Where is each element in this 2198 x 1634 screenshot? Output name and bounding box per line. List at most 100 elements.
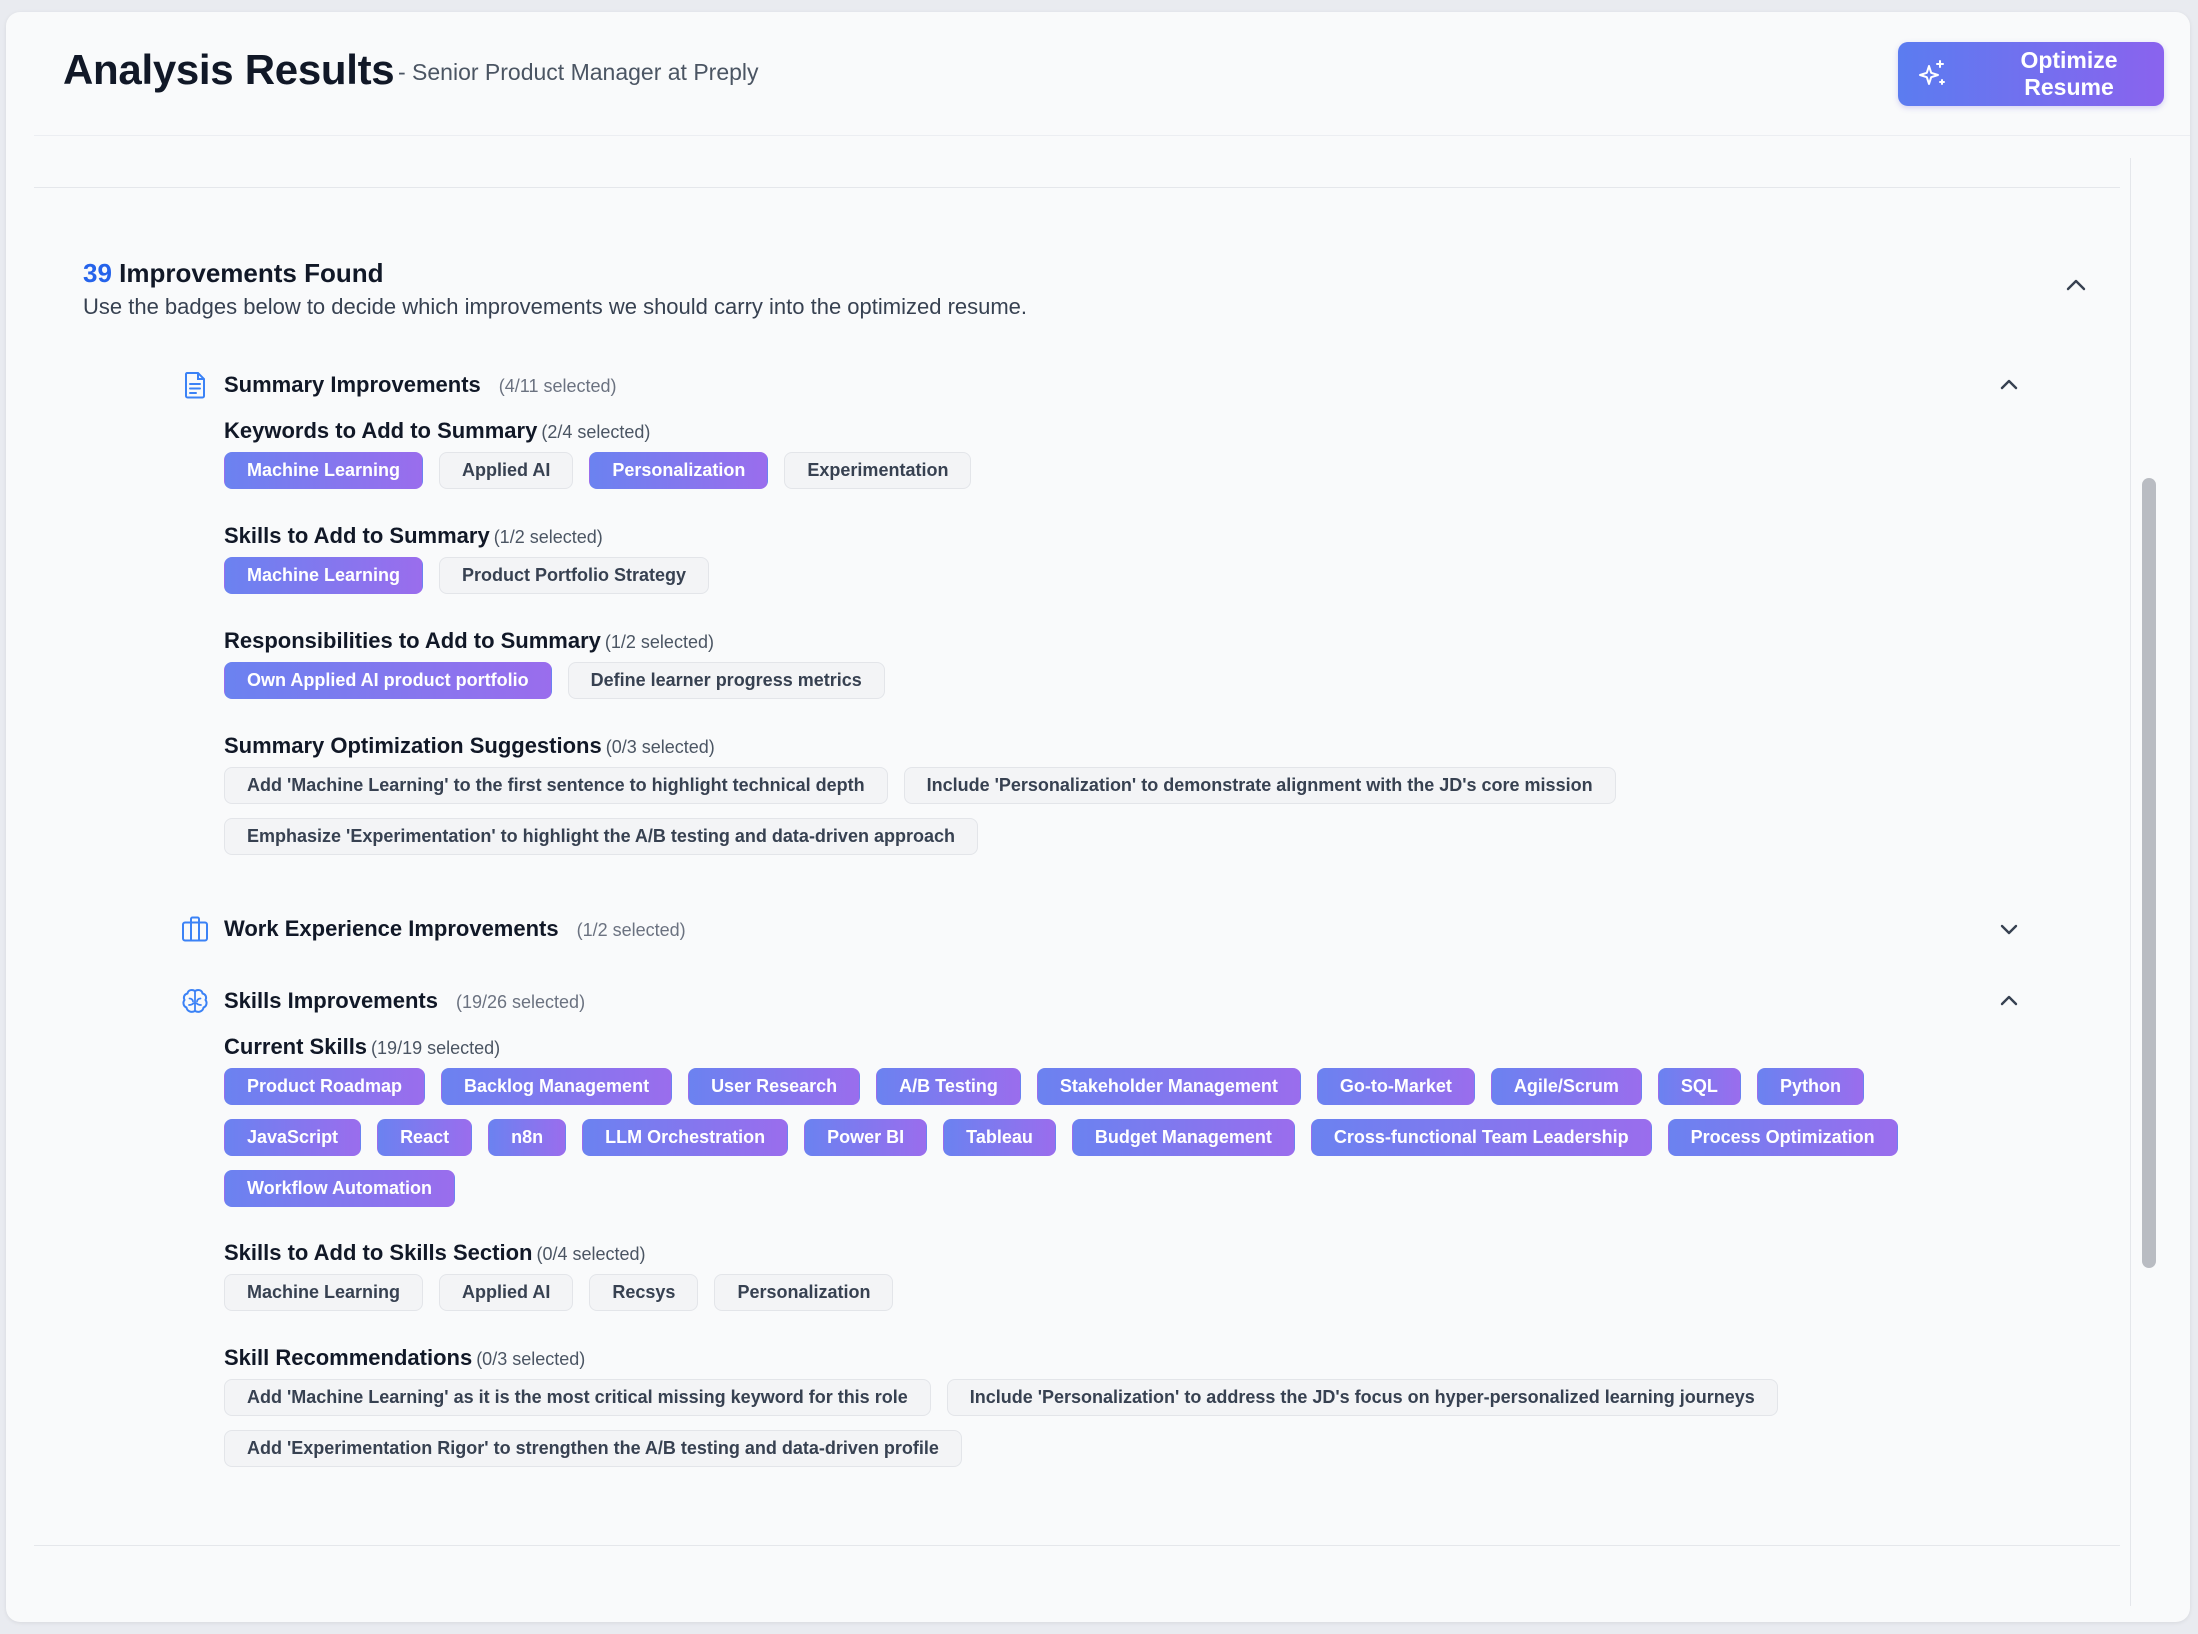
selected-badge[interactable]: Machine Learning <box>224 452 424 489</box>
responsibilities-group-title: Responsibilities to Add to Summary (1/2 s… <box>224 628 2024 654</box>
work-section-title-text: Work Experience Improvements <box>224 916 559 941</box>
selected-badge[interactable]: Tableau <box>943 1119 1056 1156</box>
selected-badge[interactable]: Budget Management <box>1071 1119 1295 1156</box>
skills-improvements-section: Skills Improvements (19/26 selected) Curr… <box>180 986 2060 1546</box>
keywords-group-title: Keywords to Add to Summary (2/4 selected) <box>224 418 2024 444</box>
unselected-badge[interactable]: Personalization <box>714 1274 894 1311</box>
brain-icon <box>182 988 208 1013</box>
improvements-description: Use the badges below to decide which imp… <box>83 294 1028 319</box>
optimize-resume-label: Optimize Resume <box>2020 47 2118 100</box>
keywords-title-text: Keywords to Add to Summary <box>224 418 538 443</box>
unselected-badge[interactable]: Product Portfolio Strategy <box>439 557 710 594</box>
unselected-badge[interactable]: Add 'Experimentation Rigor' to strengthe… <box>224 1430 962 1467</box>
unselected-badge[interactable]: Include 'Personalization' to demonstrate… <box>903 767 1616 804</box>
summary-section-title-text: Summary Improvements <box>224 372 481 397</box>
keywords-group: Keywords to Add to Summary (2/4 selected)… <box>224 418 2024 489</box>
unselected-badge[interactable]: Recsys <box>589 1274 699 1311</box>
selected-badge[interactable]: Process Optimization <box>1667 1119 1898 1156</box>
summary-skills-badges: Machine Learning Product Portfolio Strate… <box>224 557 2044 594</box>
selected-badge[interactable]: Machine Learning <box>224 557 424 594</box>
header: Analysis Results - Senior Product Manage… <box>6 12 2190 136</box>
skill-recommendations-group: Skill Recommendations (0/3 selected) Add … <box>224 1345 2024 1467</box>
work-section-count: (1/2 selected) <box>576 920 686 940</box>
summary-suggestions-count: (0/3 selected) <box>605 737 715 757</box>
skills-section-title[interactable]: Skills Improvements (19/26 selected) <box>224 988 585 1014</box>
selected-badge[interactable]: Cross-functional Team Leadership <box>1310 1119 1652 1156</box>
skill-recommendations-badges: Add 'Machine Learning' as it is the most… <box>224 1379 1844 1467</box>
unselected-badge[interactable]: Experimentation <box>784 452 972 489</box>
summary-skills-count: (1/2 selected) <box>493 527 603 547</box>
unselected-badge[interactable]: Include 'Personalization' to address the… <box>946 1379 1778 1416</box>
unselected-badge[interactable]: Machine Learning <box>224 1274 424 1311</box>
summary-improvements-section: Summary Improvements (4/11 selected) Keyw… <box>180 370 2060 855</box>
responsibilities-count: (1/2 selected) <box>604 632 714 652</box>
skill-recommendations-group-title: Skill Recommendations (0/3 selected) <box>224 1345 2024 1371</box>
summary-skills-group-title: Skills to Add to Summary (1/2 selected) <box>224 523 2024 549</box>
summary-section-count: (4/11 selected) <box>498 376 617 396</box>
unselected-badge[interactable]: Add 'Machine Learning' to the first sent… <box>224 767 888 804</box>
header-divider <box>34 135 2190 136</box>
unselected-badge[interactable]: Add 'Machine Learning' as it is the most… <box>224 1379 931 1416</box>
summary-skills-group: Skills to Add to Summary (1/2 selected) M… <box>224 523 2024 594</box>
summary-section-title[interactable]: Summary Improvements (4/11 selected) <box>224 372 617 398</box>
selected-badge[interactable]: Workflow Automation <box>224 1170 455 1207</box>
selected-badge[interactable]: LLM Orchestration <box>582 1119 789 1156</box>
selected-badge[interactable]: A/B Testing <box>876 1068 1021 1105</box>
work-section-title[interactable]: Work Experience Improvements (1/2 selecte… <box>224 916 686 942</box>
summary-suggestions-badges: Add 'Machine Learning' to the first sent… <box>224 767 1704 855</box>
selected-badge[interactable]: Power BI <box>804 1119 928 1156</box>
summary-suggestions-group: Summary Optimization Suggestions (0/3 sel… <box>224 733 2024 855</box>
collapse-summary-chevron-up-icon[interactable] <box>1996 372 2022 398</box>
current-skills-group-title: Current Skills (19/19 selected) <box>224 1034 2024 1060</box>
selected-badge[interactable]: Own Applied AI product portfolio <box>224 662 552 699</box>
selected-badge[interactable]: Python <box>1756 1068 1864 1105</box>
skills-section-title-text: Skills Improvements <box>224 988 438 1013</box>
skills-to-add-badges: Machine Learning Applied AI Recsys Personal… <box>224 1274 2044 1311</box>
sparkles-icon <box>1916 58 1948 90</box>
results-scroll-area[interactable]: 39 Improvements Found Use the badges bel… <box>34 158 2140 1606</box>
selected-badge[interactable]: Go-to-Market <box>1316 1068 1475 1105</box>
unselected-badge[interactable]: Emphasize 'Experimentation' to highlight… <box>224 818 978 855</box>
responsibilities-group: Responsibilities to Add to Summary (1/2 s… <box>224 628 2024 699</box>
skills-to-add-title-text: Skills to Add to Skills Section <box>224 1240 533 1265</box>
optimize-resume-button[interactable]: Optimize Resume <box>1898 42 2164 106</box>
collapse-improvements-chevron-up-icon[interactable] <box>2063 272 2089 298</box>
current-skills-badges: Product Roadmap Backlog Management User Re… <box>224 1068 1944 1207</box>
keywords-badges: Machine Learning Applied AI Personalizatio… <box>224 452 2044 489</box>
expand-work-chevron-down-icon[interactable] <box>1996 916 2022 942</box>
skills-to-add-group-title: Skills to Add to Skills Section (0/4 sele… <box>224 1240 2024 1266</box>
scrollbar-thumb[interactable] <box>2142 478 2156 1268</box>
page-title: Analysis Results <box>63 46 395 93</box>
responsibilities-badges: Own Applied AI product portfolio Define l… <box>224 662 2044 699</box>
summary-suggestions-title-text: Summary Optimization Suggestions <box>224 733 602 758</box>
collapse-skills-chevron-up-icon[interactable] <box>1996 988 2022 1014</box>
selected-badge[interactable]: React <box>377 1119 473 1156</box>
skills-section-count: (19/26 selected) <box>455 992 586 1012</box>
selected-badge[interactable]: Backlog Management <box>441 1068 673 1105</box>
analysis-results-panel: Analysis Results - Senior Product Manage… <box>6 12 2190 1622</box>
skill-recommendations-count: (0/3 selected) <box>476 1349 586 1369</box>
selected-badge[interactable]: Personalization <box>589 452 769 489</box>
selected-badge[interactable]: n8n <box>488 1119 567 1156</box>
unselected-badge[interactable]: Applied AI <box>439 1274 574 1311</box>
section-divider-bottom <box>34 1545 2120 1546</box>
work-experience-section: Work Experience Improvements (1/2 selecte… <box>180 914 2060 954</box>
selected-badge[interactable]: Agile/Scrum <box>1490 1068 1642 1105</box>
page-subtitle: - Senior Product Manager at Preply <box>398 59 759 85</box>
current-skills-count: (19/19 selected) <box>371 1038 501 1058</box>
selected-badge[interactable]: Product Roadmap <box>224 1068 426 1105</box>
selected-badge[interactable]: User Research <box>688 1068 861 1105</box>
current-skills-group: Current Skills (19/19 selected) Product R… <box>224 1034 2024 1207</box>
unselected-badge[interactable]: Applied AI <box>439 452 574 489</box>
selected-badge[interactable]: Stakeholder Management <box>1036 1068 1301 1105</box>
improvements-title: 39 Improvements Found <box>83 258 2083 289</box>
current-skills-title-text: Current Skills <box>224 1034 368 1059</box>
selected-badge[interactable]: SQL <box>1657 1068 1741 1105</box>
briefcase-icon <box>182 916 208 942</box>
unselected-badge[interactable]: Define learner progress metrics <box>567 662 885 699</box>
summary-skills-title-text: Skills to Add to Summary <box>224 523 490 548</box>
improvements-header: 39 Improvements Found Use the badges bel… <box>83 258 2083 319</box>
selected-badge[interactable]: JavaScript <box>224 1119 362 1156</box>
responsibilities-title-text: Responsibilities to Add to Summary <box>224 628 601 653</box>
document-icon <box>185 372 205 399</box>
